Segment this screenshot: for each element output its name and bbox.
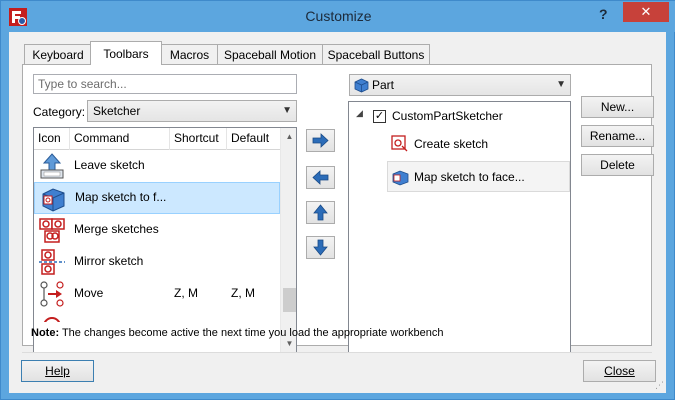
tree-collapse-icon[interactable]: ◢ (356, 108, 363, 119)
note-label: Note: (31, 327, 60, 339)
search-input[interactable]: Type to search... (33, 74, 297, 94)
leave-sketch-icon (40, 153, 64, 179)
command-list-scrollbar[interactable]: ▲ ▼ (280, 128, 296, 352)
add-to-toolbar-button[interactable] (306, 129, 335, 152)
move-down-button[interactable] (306, 236, 335, 259)
delete-toolbar-button[interactable]: Delete (581, 154, 654, 176)
tree-item-map-sketch[interactable]: Map sketch to face... (387, 161, 570, 192)
arrow-right-icon (312, 133, 329, 148)
command-list[interactable]: Icon Command Shortcut Default Leave sket… (33, 127, 297, 353)
command-row-mirror-sketch[interactable]: Mirror sketch (34, 246, 280, 278)
arrow-down-icon (313, 239, 328, 256)
category-value: Sketcher (93, 104, 141, 118)
command-row-partial[interactable] (34, 310, 280, 322)
window-close-button[interactable]: ✕ (623, 2, 669, 22)
toolbar-tree[interactable]: ◢ ✓ CustomPartSketcher Create sketch Map… (348, 101, 571, 353)
arrow-left-icon (312, 170, 329, 185)
context-help-button[interactable]: ? (599, 6, 608, 22)
command-list-header: Icon Command Shortcut Default (34, 128, 280, 150)
create-sketch-icon (391, 135, 408, 152)
command-label: Merge sketches (74, 222, 159, 236)
footer-divider (22, 352, 652, 353)
toolbar-visible-checkbox[interactable]: ✓ (373, 110, 386, 123)
command-label: Mirror sketch (74, 254, 144, 268)
toolbar-name: CustomPartSketcher (392, 109, 503, 123)
merge-sketches-icon (39, 218, 65, 243)
dialog-client-area: Keyboard Toolbars Macros Spaceball Motio… (9, 32, 666, 393)
column-icon[interactable]: Icon (34, 128, 70, 150)
close-button[interactable]: Close (583, 360, 656, 382)
scroll-thumb[interactable] (283, 288, 296, 312)
move-icon (40, 281, 64, 307)
new-toolbar-button[interactable]: New... (581, 96, 654, 118)
remove-from-toolbar-button[interactable] (306, 166, 335, 189)
column-default[interactable]: Default (227, 128, 280, 150)
category-combo[interactable]: Sketcher ▼ (87, 100, 297, 122)
tree-item-label: Create sketch (414, 137, 489, 151)
workbench-combo[interactable]: Part ▼ (349, 74, 571, 96)
command-row-map-sketch[interactable]: Map sketch to f... (34, 182, 280, 214)
command-row-merge-sketches[interactable]: Merge sketches (34, 214, 280, 246)
column-command[interactable]: Command (70, 128, 170, 150)
tab-spaceball-buttons[interactable]: Spaceball Buttons (322, 44, 430, 65)
map-sketch-icon (392, 170, 409, 186)
note-text: Note: The changes become active the next… (31, 327, 444, 339)
resize-grip-icon[interactable]: ⋰ (655, 380, 664, 391)
command-row-move[interactable]: Move Z, M Z, M (34, 278, 280, 310)
help-button-label: Help (45, 364, 70, 378)
default-value: Z, M (231, 286, 255, 300)
title-bar[interactable]: Customize ? ✕ (1, 1, 675, 32)
window-title: Customize (305, 8, 372, 24)
command-label: Map sketch to f... (75, 190, 167, 204)
command-row-leave-sketch[interactable]: Leave sketch (34, 150, 280, 182)
chevron-down-icon: ▼ (282, 105, 292, 116)
mirror-sketch-icon (39, 249, 65, 275)
tree-item-label: Map sketch to face... (414, 170, 525, 184)
command-label: Move (74, 286, 104, 300)
chevron-down-icon: ▼ (556, 79, 566, 90)
tree-item-create-sketch[interactable]: Create sketch (349, 129, 570, 159)
arrow-up-icon (313, 204, 328, 221)
map-sketch-icon (42, 188, 65, 212)
tree-toolbar-node[interactable]: ◢ ✓ CustomPartSketcher (349, 102, 570, 128)
close-button-label: Close (604, 364, 635, 378)
rename-toolbar-button[interactable]: Rename... (581, 125, 654, 147)
toolbars-tab-panel: Type to search... Category: Sketcher ▼ I… (22, 64, 654, 353)
tab-macros[interactable]: Macros (161, 44, 218, 65)
workbench-value: Part (372, 78, 395, 92)
customize-dialog: Customize ? ✕ Keyboard Toolbars Macros S… (0, 0, 675, 400)
scroll-up-arrow-icon[interactable]: ▲ (281, 128, 296, 145)
part-workbench-icon (354, 78, 369, 93)
help-button[interactable]: Help (21, 360, 94, 382)
move-up-button[interactable] (306, 201, 335, 224)
tab-keyboard[interactable]: Keyboard (24, 44, 92, 65)
command-label: Leave sketch (74, 158, 145, 172)
tab-spaceball-motion[interactable]: Spaceball Motion (217, 44, 323, 65)
shortcut-value: Z, M (174, 286, 198, 300)
category-label: Category: (33, 105, 86, 119)
sketch-constraint-icon (43, 317, 61, 322)
column-shortcut[interactable]: Shortcut (170, 128, 227, 150)
note-message: The changes become active the next time … (59, 327, 444, 339)
tab-toolbars[interactable]: Toolbars (90, 41, 162, 65)
